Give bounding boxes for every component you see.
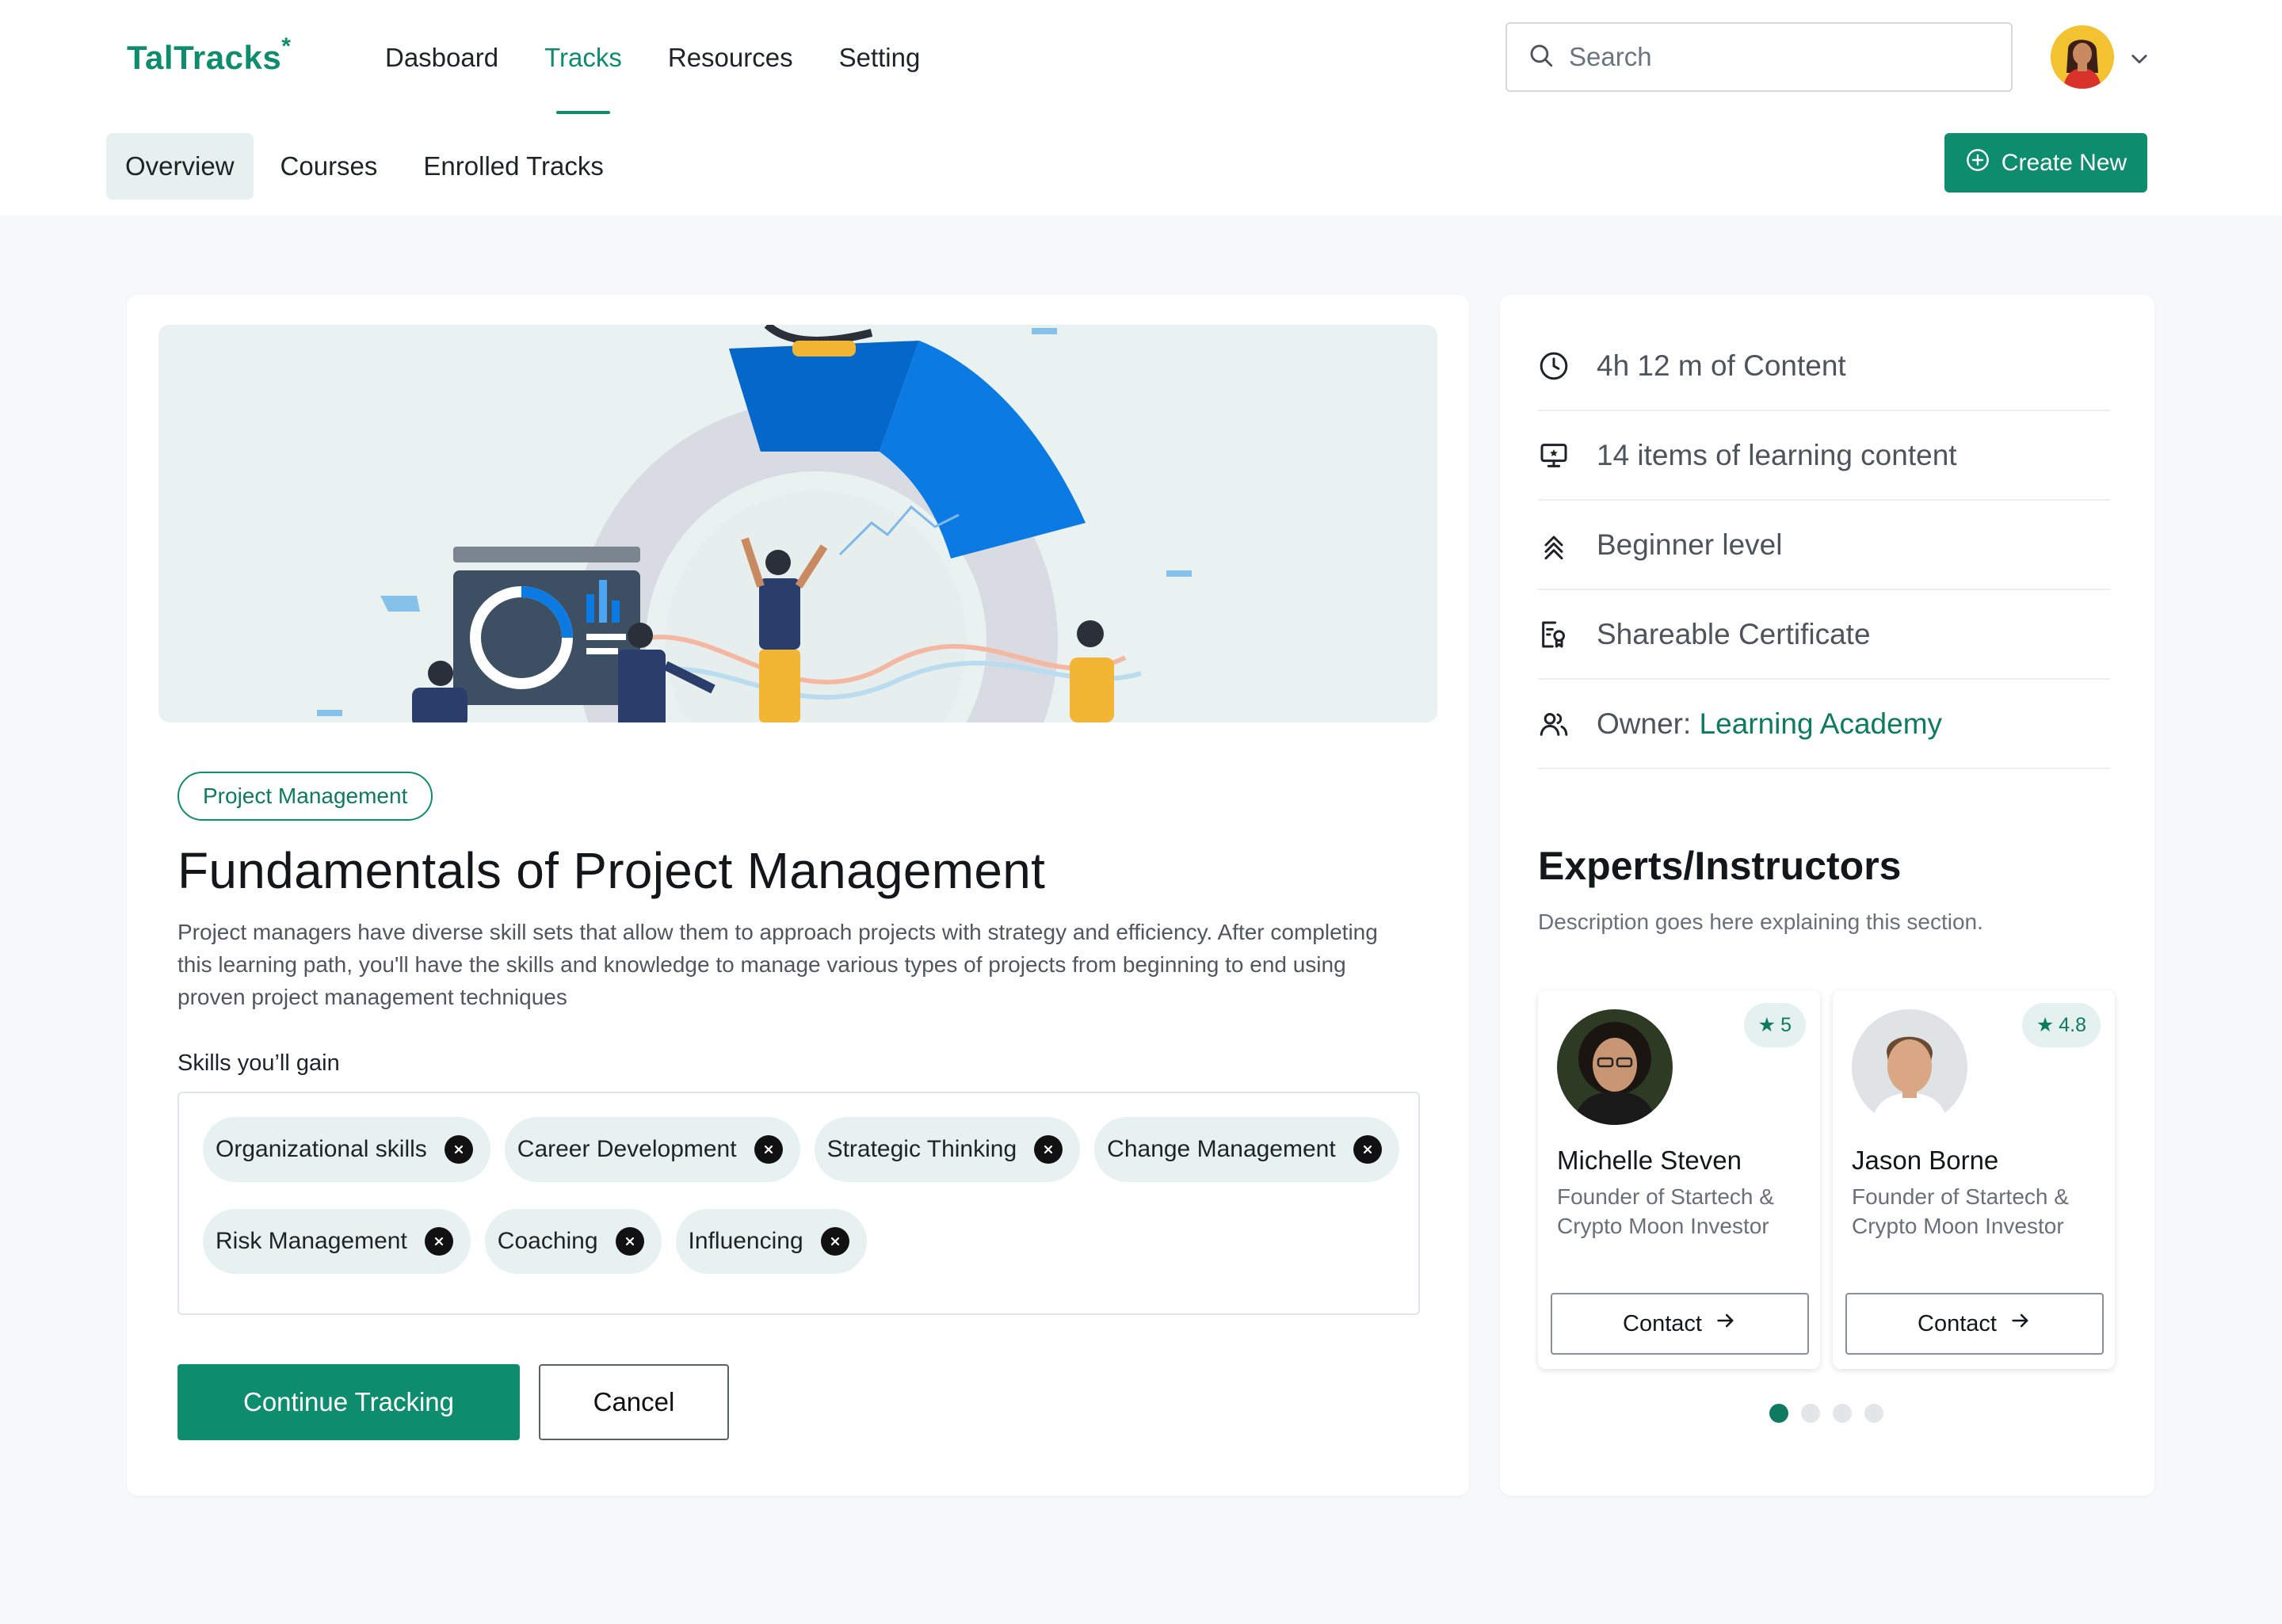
expert-avatar (1557, 1009, 1673, 1125)
remove-skill-icon[interactable] (1353, 1135, 1382, 1164)
search-icon (1528, 42, 1555, 73)
skill-chip: Career Development (504, 1117, 800, 1182)
course-card: Project Management Fundamentals of Proje… (127, 295, 1469, 1496)
remove-skill-icon[interactable] (444, 1135, 473, 1164)
meta-level: Beginner level (1538, 501, 2110, 590)
nav-dashboard[interactable]: Dasboard (385, 43, 498, 114)
remove-skill-icon[interactable] (1034, 1135, 1063, 1164)
contact-button[interactable]: Contact (1551, 1293, 1809, 1355)
meta-owner: Owner: Learning Academy (1538, 680, 2110, 769)
course-description: Project managers have diverse skill sets… (177, 920, 1378, 1009)
skill-chip: Risk Management (203, 1209, 471, 1274)
skills-label: Skills you’ll gain (177, 1050, 340, 1076)
main-nav: Dasboard Tracks Resources Setting (385, 43, 920, 114)
chevrons-up-icon (1538, 529, 1570, 561)
nav-resources[interactable]: Resources (668, 43, 793, 114)
skill-chip-label: Organizational skills (216, 1136, 427, 1162)
tab-courses[interactable]: Courses (261, 133, 397, 200)
course-category-tag[interactable]: Project Management (177, 772, 433, 821)
remove-skill-icon[interactable] (820, 1227, 849, 1256)
experts-title: Experts/Instructors (1538, 844, 1902, 888)
owner-text: Owner: Learning Academy (1597, 707, 1942, 741)
rating-value: 4.8 (2059, 1013, 2086, 1036)
owner-link[interactable]: Learning Academy (1700, 707, 1942, 740)
certificate-icon (1538, 619, 1570, 650)
level-text: Beginner level (1597, 528, 1783, 561)
skill-chip: Influencing (675, 1209, 867, 1274)
search-box (1505, 22, 2013, 92)
course-meta-list: 4h 12 m of Content 14 items of learning … (1538, 322, 2110, 769)
pagination-dot-1[interactable] (1769, 1404, 1788, 1423)
course-title: Fundamentals of Project Management (177, 842, 1046, 899)
skill-chip: Organizational skills (203, 1117, 490, 1182)
meta-content-duration: 4h 12 m of Content (1538, 322, 2110, 411)
brand-logo[interactable]: TalTracks* (127, 33, 292, 77)
skill-chip-label: Change Management (1107, 1136, 1336, 1162)
contact-label: Contact (1918, 1310, 1997, 1336)
skill-chip: Strategic Thinking (814, 1117, 1081, 1182)
course-hero-illustration (158, 325, 1437, 722)
expert-name: Jason Borne (1852, 1146, 1999, 1175)
logo-mark: * (281, 33, 292, 59)
certificate-text: Shareable Certificate (1597, 617, 1871, 650)
carousel-pagination (1769, 1404, 1883, 1423)
contact-button[interactable]: Contact (1845, 1293, 2104, 1355)
expert-role: Founder of Startech & Crypto Moon Invest… (1557, 1184, 1774, 1238)
skill-chip: Coaching (484, 1209, 662, 1274)
top-header: TalTracks* Dasboard Tracks Resources Set… (0, 0, 2282, 215)
skill-chip-label: Risk Management (216, 1228, 407, 1254)
cancel-button[interactable]: Cancel (539, 1364, 729, 1440)
skill-chip-label: Strategic Thinking (826, 1136, 1017, 1162)
expert-card: ★ 5 Michelle Steven Founder of Startech &… (1538, 990, 1820, 1369)
logo-text: TalTracks (127, 39, 282, 76)
skill-chip: Change Management (1094, 1117, 1399, 1182)
sub-nav: Overview Courses Enrolled Tracks (106, 133, 631, 200)
create-new-button[interactable]: Create New (1944, 133, 2147, 193)
owner-label: Owner: (1597, 707, 1692, 740)
remove-skill-icon[interactable] (424, 1227, 453, 1256)
chevron-down-icon[interactable] (2128, 48, 2150, 74)
expert-avatar (1852, 1009, 1967, 1125)
experts-description: Description goes here explaining this se… (1538, 909, 1983, 934)
star-icon: ★ (2036, 1014, 2055, 1036)
items-count-text: 14 items of learning content (1597, 438, 1957, 471)
pagination-dot-4[interactable] (1864, 1404, 1883, 1423)
meta-items-count: 14 items of learning content (1538, 411, 2110, 501)
create-new-label: Create New (2001, 149, 2127, 176)
meta-certificate: Shareable Certificate (1538, 590, 2110, 680)
skill-chip-label: Coaching (497, 1228, 598, 1254)
skills-list: Organizational skills Career Development… (203, 1117, 1407, 1274)
nav-setting[interactable]: Setting (839, 43, 921, 114)
contact-label: Contact (1623, 1310, 1702, 1336)
monitor-star-icon (1538, 440, 1570, 471)
nav-tracks[interactable]: Tracks (544, 43, 622, 114)
star-icon: ★ (1757, 1014, 1776, 1036)
plus-circle-icon (1965, 147, 1990, 179)
clock-icon (1538, 350, 1570, 382)
tab-enrolled-tracks[interactable]: Enrolled Tracks (404, 133, 622, 200)
skills-box: Organizational skills Career Development… (177, 1092, 1420, 1315)
user-avatar[interactable] (2051, 25, 2114, 89)
pagination-dot-3[interactable] (1833, 1404, 1852, 1423)
expert-role: Founder of Startech & Crypto Moon Invest… (1852, 1184, 2069, 1238)
arrow-right-icon (1715, 1309, 1737, 1338)
continue-tracking-button[interactable]: Continue Tracking (177, 1364, 520, 1440)
tab-overview[interactable]: Overview (106, 133, 254, 200)
course-details-card: 4h 12 m of Content 14 items of learning … (1500, 295, 2154, 1496)
skill-chip-label: Influencing (688, 1228, 803, 1254)
users-icon (1538, 708, 1570, 740)
expert-name: Michelle Steven (1557, 1146, 1742, 1175)
search-input[interactable] (1569, 42, 1981, 72)
skill-chip-label: Career Development (517, 1136, 737, 1162)
remove-skill-icon[interactable] (754, 1135, 783, 1164)
rating-value: 5 (1780, 1013, 1792, 1036)
rating-badge: ★ 4.8 (2021, 1003, 2101, 1047)
rating-badge: ★ 5 (1743, 1003, 1806, 1047)
remove-skill-icon[interactable] (615, 1227, 644, 1256)
arrow-right-icon (2009, 1309, 2032, 1338)
pagination-dot-2[interactable] (1801, 1404, 1820, 1423)
content-duration-text: 4h 12 m of Content (1597, 349, 1846, 382)
expert-card: ★ 4.8 Jason Borne Founder of Startech & C… (1833, 990, 2115, 1369)
